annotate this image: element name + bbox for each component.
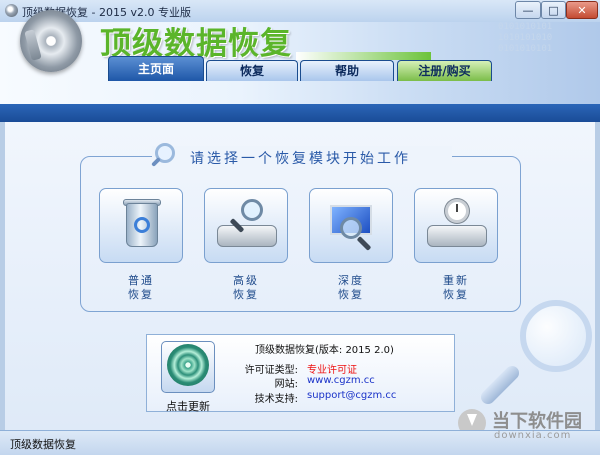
module-heading: 请选择一个恢复模块开始工作 xyxy=(190,151,411,167)
tab-divider xyxy=(0,104,600,122)
re-recovery-label[interactable]: 重新 恢复 xyxy=(414,274,498,302)
advanced-recovery-label[interactable]: 高级 恢复 xyxy=(204,274,288,302)
module-label-line2: 恢复 xyxy=(338,288,364,301)
magnifier-handle-icon xyxy=(356,236,372,251)
hard-drive-icon xyxy=(217,225,277,247)
module-label-line2: 恢复 xyxy=(443,288,469,301)
support-email-link[interactable]: support@cgzm.cc xyxy=(307,390,396,401)
title-bar: 顶级数据恢复 - 2015 v2.0 专业版 xyxy=(0,0,600,23)
normal-recovery-button[interactable] xyxy=(99,188,183,263)
maximize-button[interactable]: □ xyxy=(541,1,566,19)
advanced-recovery-button[interactable] xyxy=(204,188,288,263)
module-label-line2: 恢复 xyxy=(233,288,259,301)
tab-help[interactable]: 帮助 xyxy=(300,60,394,81)
title-accent-bar xyxy=(296,52,431,60)
hard-drive-icon xyxy=(427,225,487,247)
deep-recovery-button[interactable] xyxy=(309,188,393,263)
download-arrow-icon xyxy=(467,414,477,426)
license-type-value: 专业许可证 xyxy=(307,365,357,376)
status-text: 顶级数据恢复 xyxy=(10,438,76,451)
website-link[interactable]: www.cgzm.cc xyxy=(307,375,375,386)
binary-decoration: 0101010101 1010101010 0101010101 xyxy=(498,22,553,54)
support-label: 技术支持: xyxy=(254,394,298,405)
module-label-line1: 深度 xyxy=(338,274,364,287)
normal-recovery-label[interactable]: 普通 恢复 xyxy=(99,274,183,302)
large-magnifier-icon xyxy=(520,300,592,372)
module-label-line1: 重新 xyxy=(443,274,469,287)
website-label: 网站: xyxy=(274,379,298,390)
version-info: 顶级数据恢复(版本: 2015 2.0) xyxy=(255,345,394,356)
close-button[interactable]: ✕ xyxy=(566,1,598,19)
re-recovery-button[interactable] xyxy=(414,188,498,263)
recycle-symbol-icon xyxy=(134,217,150,233)
module-label-line2: 恢复 xyxy=(128,288,154,301)
tab-recover[interactable]: 恢复 xyxy=(206,60,298,81)
tab-register[interactable]: 注册/购买 xyxy=(397,60,492,81)
minimize-button[interactable]: — xyxy=(515,1,541,19)
module-label-line1: 高级 xyxy=(233,274,259,287)
stopwatch-hand-icon xyxy=(456,204,458,212)
license-type-label: 许可证类型: xyxy=(244,365,298,376)
app-icon xyxy=(5,4,18,17)
watermark-url: downxia.com xyxy=(494,430,572,441)
update-disc-icon[interactable] xyxy=(167,344,209,386)
deep-recovery-label[interactable]: 深度 恢复 xyxy=(309,274,393,302)
update-label[interactable]: 点击更新 xyxy=(150,398,226,414)
tab-home[interactable]: 主页面 xyxy=(108,56,204,81)
module-label-line1: 普通 xyxy=(128,274,154,287)
magnifier-icon xyxy=(241,199,263,221)
